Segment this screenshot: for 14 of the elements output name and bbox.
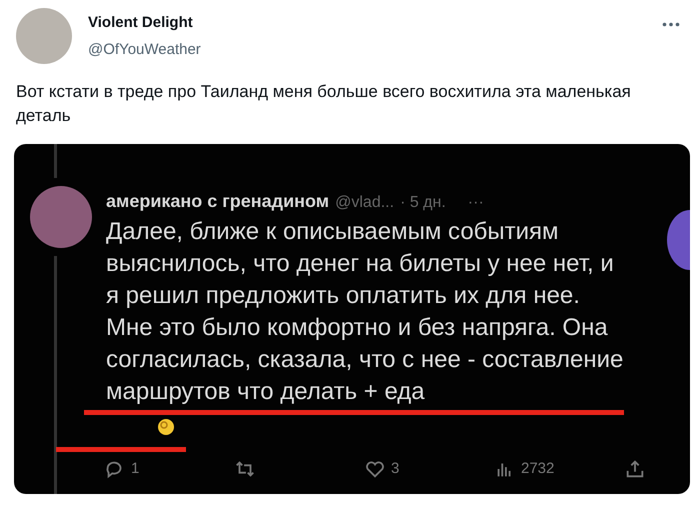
action-count: 3: [391, 459, 400, 479]
author-name[interactable]: Violent Delight: [88, 12, 662, 34]
action-count: 2732: [521, 459, 554, 479]
author-name: американо с гренадином: [106, 190, 330, 213]
author-handle: @vlad...: [335, 193, 394, 213]
share-icon: [624, 458, 646, 480]
action-count: 1: [131, 459, 140, 479]
author-handle[interactable]: @OfYouWeather: [88, 38, 662, 61]
ok-hand-icon: [156, 416, 176, 436]
tweet-text: Вот кстати в треде про Таиланд меня больше всего восхитила эта маленькая деталь: [16, 81, 631, 127]
post-time: · 5 дн.: [400, 193, 446, 213]
more-icon: ···: [468, 191, 484, 215]
more-icon[interactable]: [662, 22, 680, 27]
post-text: Далее, ближе к описываемым событиям выяснилось, что денег на билеты у нее нет, и я решил предложить оплатить их для нее. Мне это было комфортно и без напряга. Она согласилась, сказала, что с нее - составление маршрутов что делать + еда: [106, 217, 624, 407]
